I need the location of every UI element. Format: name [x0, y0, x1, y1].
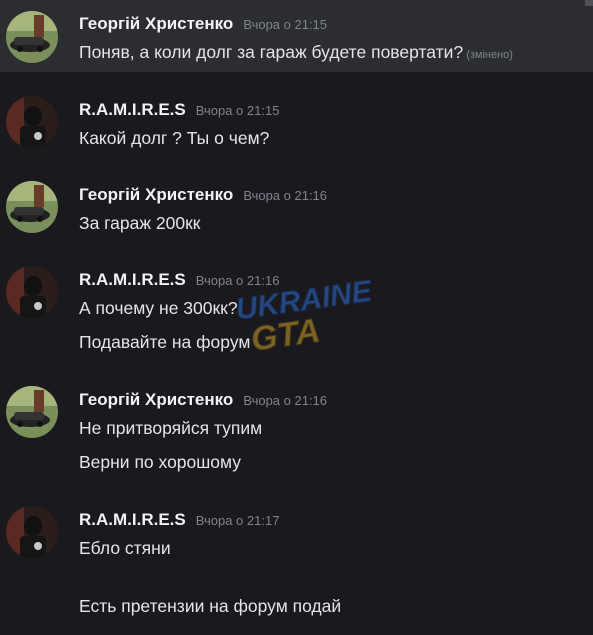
avatar-masked-figure-image: [6, 96, 58, 148]
username[interactable]: R.A.M.I.R.E.S: [79, 100, 186, 120]
message-text: Не притворяйся тупим: [79, 418, 263, 438]
message-group[interactable]: Георгій Христенко Вчора о 21:16 За гараж…: [0, 175, 593, 245]
timestamp: Вчора о 21:16: [195, 273, 280, 288]
username[interactable]: Георгій Христенко: [79, 14, 233, 34]
message-content: Поняв, а коли долг за гараж будете повер…: [79, 42, 464, 62]
message-text: Ебло стяни: [79, 538, 171, 558]
avatar-masked-figure-image: [6, 506, 58, 558]
username[interactable]: R.A.M.I.R.E.S: [79, 270, 186, 290]
timestamp: Вчора о 21:15: [243, 17, 328, 32]
message-group[interactable]: R.A.M.I.R.E.S Вчора о 21:17 Ебло стяни Е…: [0, 500, 593, 630]
username[interactable]: Георгій Христенко: [79, 185, 233, 205]
avatar-car-image: [6, 181, 58, 233]
message-text: Есть претензии на форум подай: [79, 596, 342, 616]
avatar[interactable]: [6, 386, 58, 438]
timestamp: Вчора о 21:16: [243, 188, 328, 203]
avatar[interactable]: [6, 506, 58, 558]
message-group[interactable]: Георгій Христенко Вчора о 21:15 Поняв, а…: [0, 6, 593, 72]
message-text: Какой долг ? Ты о чем?: [79, 128, 270, 148]
message-text: Поняв, а коли долг за гараж будете повер…: [79, 42, 513, 63]
avatar-car-image: [6, 386, 58, 438]
timestamp: Вчора о 21:16: [243, 393, 328, 408]
message-text: Подавайте на форум: [79, 332, 251, 352]
timestamp: Вчора о 21:15: [195, 103, 280, 118]
message-text: За гараж 200кк: [79, 213, 201, 233]
timestamp: Вчора о 21:17: [195, 513, 280, 528]
message-text: А почему не 300кк?: [79, 298, 238, 318]
avatar-car-image: [6, 11, 58, 63]
avatar[interactable]: [6, 11, 58, 63]
avatar[interactable]: [6, 266, 58, 318]
message-group[interactable]: R.A.M.I.R.E.S Вчора о 21:15 Какой долг ?…: [0, 90, 593, 160]
avatar[interactable]: [6, 181, 58, 233]
username[interactable]: Георгій Христенко: [79, 390, 233, 410]
avatar[interactable]: [6, 96, 58, 148]
avatar-masked-figure-image: [6, 266, 58, 318]
edited-label: (змінено): [466, 49, 513, 61]
message-group[interactable]: R.A.M.I.R.E.S Вчора о 21:16 А почему не …: [0, 260, 593, 360]
message-text: Верни по хорошому: [79, 452, 242, 472]
message-group[interactable]: Георгій Христенко Вчора о 21:16 Не притв…: [0, 380, 593, 480]
username[interactable]: R.A.M.I.R.E.S: [79, 510, 186, 530]
